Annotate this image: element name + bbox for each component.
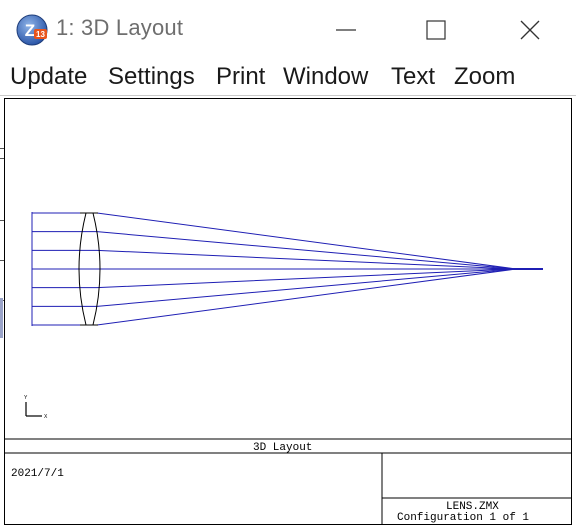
- plot-title: 3D Layout: [253, 442, 313, 454]
- window-title: 1: 3D Layout: [56, 15, 184, 40]
- maximize-icon: [426, 20, 446, 40]
- menu-window[interactable]: Window: [283, 63, 368, 91]
- configuration-label: Configuration 1 of 1: [397, 512, 530, 524]
- plot-date: 2021/7/1: [11, 468, 64, 480]
- menu-bar: Update Settings Print Window Text Zoom: [0, 60, 576, 96]
- minimize-button[interactable]: [326, 10, 366, 50]
- close-icon: [520, 20, 540, 40]
- menu-divider: [0, 95, 576, 96]
- menu-text[interactable]: Text: [391, 63, 435, 91]
- title-bar: Z 13 1: 3D Layout: [0, 0, 576, 60]
- menu-update[interactable]: Update: [10, 63, 87, 91]
- zemax-app-icon: Z 13: [16, 14, 48, 46]
- maximize-button[interactable]: [416, 10, 456, 50]
- menu-settings[interactable]: Settings: [108, 63, 195, 91]
- layout-plot-frame[interactable]: [4, 98, 572, 525]
- svg-text:Z: Z: [25, 21, 35, 40]
- menu-print[interactable]: Print: [216, 63, 265, 91]
- menu-zoom[interactable]: Zoom: [454, 63, 515, 91]
- close-button[interactable]: [510, 10, 550, 50]
- svg-text:13: 13: [36, 30, 45, 39]
- minimize-icon: [336, 29, 356, 31]
